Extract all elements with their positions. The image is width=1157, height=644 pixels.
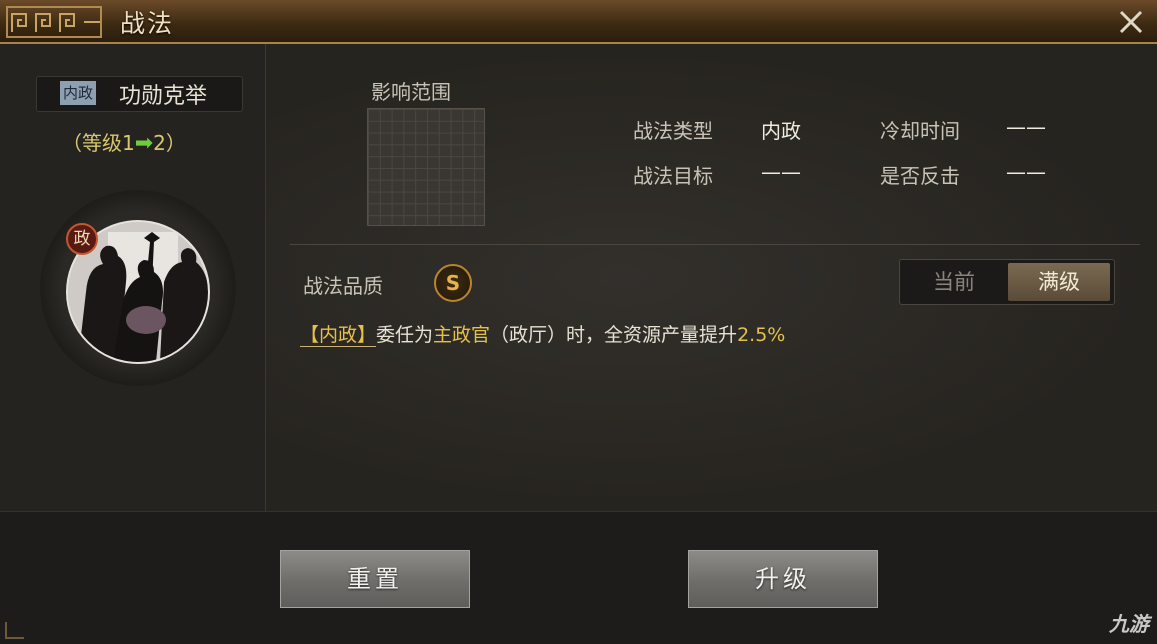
action-bar bbox=[0, 511, 1157, 644]
window-title: 战法 bbox=[120, 9, 175, 38]
counter-attack-value: —— bbox=[1006, 160, 1046, 184]
quality-label: 战法品质 bbox=[303, 274, 383, 298]
level-indicator: （等级1➡2） bbox=[62, 127, 186, 156]
section-divider bbox=[290, 244, 1140, 245]
politics-badge: 政 bbox=[66, 223, 98, 255]
description-tag[interactable]: 【内政】 bbox=[300, 324, 377, 347]
watermark-logo: 九游 bbox=[1109, 612, 1149, 636]
level-to: 2） bbox=[153, 131, 186, 155]
title-bar: 战法 bbox=[0, 0, 1157, 44]
level-view-toggle: 当前 满级 bbox=[899, 259, 1115, 305]
skill-name: 功勋克举 bbox=[119, 84, 208, 109]
cooldown-label: 冷却时间 bbox=[880, 119, 960, 143]
quality-grade-badge: S bbox=[434, 264, 472, 302]
reset-button[interactable]: 重置 bbox=[280, 550, 470, 608]
skill-type-value: 内政 bbox=[761, 119, 801, 143]
upgrade-button[interactable]: 升级 bbox=[688, 550, 878, 608]
skill-type-tag: 内政 bbox=[60, 81, 97, 105]
range-grid bbox=[367, 108, 485, 226]
tab-max-level[interactable]: 满级 bbox=[1008, 263, 1110, 301]
level-from: （等级1 bbox=[62, 131, 135, 155]
title-ornament-icon bbox=[6, 6, 102, 38]
target-value: —— bbox=[761, 160, 801, 184]
description-text-1: 委任为 bbox=[376, 324, 434, 346]
description-role: 主政官 bbox=[433, 324, 491, 346]
skill-type-label: 战法类型 bbox=[633, 119, 713, 143]
close-icon[interactable] bbox=[1115, 6, 1147, 38]
target-label: 战法目标 bbox=[633, 164, 713, 188]
corner-ornament-icon bbox=[5, 622, 24, 639]
range-label: 影响范围 bbox=[371, 80, 451, 104]
skill-description: 【内政】委任为主政官（政厅）时，全资源产量提升2.5% bbox=[300, 320, 785, 347]
counter-attack-label: 是否反击 bbox=[880, 164, 960, 188]
cooldown-value: —— bbox=[1006, 115, 1046, 139]
description-text-2: （政厅）时，全资源产量提升 bbox=[490, 324, 738, 346]
level-arrow-icon: ➡ bbox=[134, 131, 154, 156]
description-amount: 2.5% bbox=[737, 324, 786, 346]
tab-current-level[interactable]: 当前 bbox=[903, 263, 1005, 301]
